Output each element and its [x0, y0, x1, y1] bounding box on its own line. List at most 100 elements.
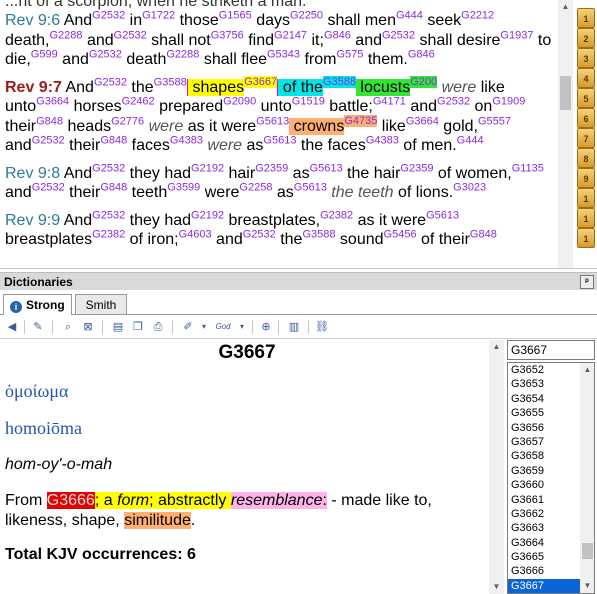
verse-word[interactable]: faces: [127, 137, 170, 154]
bible-scrollbar[interactable]: ▲: [558, 0, 573, 268]
verse-word[interactable]: days: [252, 12, 290, 29]
strongs-number[interactable]: G4735: [344, 115, 378, 128]
strongs-number[interactable]: G2532: [382, 29, 415, 41]
book-tab[interactable]: 2: [577, 28, 595, 48]
strongs-number[interactable]: G2532: [437, 96, 470, 108]
verse-word[interactable]: were: [144, 118, 184, 135]
verse-word[interactable]: in: [125, 12, 142, 29]
document-icon[interactable]: ▤: [110, 319, 126, 335]
scroll-down-icon[interactable]: ▼: [580, 579, 594, 593]
verse-word[interactable]: of the: [278, 78, 323, 96]
strongs-number[interactable]: G1565: [219, 10, 252, 22]
verse-word[interactable]: And: [60, 165, 92, 182]
strongs-number[interactable]: G5613: [426, 209, 459, 221]
list-item[interactable]: G3663: [508, 521, 580, 535]
list-item[interactable]: G3660: [508, 478, 580, 492]
list-item[interactable]: G3661: [508, 493, 580, 507]
strongs-number[interactable]: G1519: [292, 96, 325, 108]
verse-word[interactable]: like: [377, 118, 406, 135]
strongs-number[interactable]: G3664: [406, 115, 439, 127]
verse-word[interactable]: battle;: [325, 98, 373, 115]
list-item[interactable]: G3654: [508, 392, 580, 406]
strongs-number[interactable]: G1937: [500, 29, 533, 41]
verse-word[interactable]: of their: [417, 231, 470, 248]
verse-word[interactable]: of men.: [399, 137, 456, 154]
strongs-number[interactable]: G2532: [243, 229, 276, 241]
highlight-dropdown-icon[interactable]: ▾: [196, 319, 212, 335]
strongs-number[interactable]: G4171: [373, 96, 406, 108]
strongs-number[interactable]: G2147: [274, 29, 307, 41]
scroll-thumb[interactable]: [582, 543, 593, 559]
verse-word[interactable]: the faces: [296, 137, 366, 154]
strongs-number[interactable]: G848: [100, 182, 127, 194]
strongs-number[interactable]: G3756: [211, 29, 244, 41]
scroll-up-icon[interactable]: ▲: [580, 363, 594, 377]
book-tab[interactable]: 7: [577, 128, 595, 148]
strongs-number[interactable]: G2090: [223, 96, 256, 108]
strongs-number[interactable]: G200: [410, 76, 438, 89]
verse-word[interactable]: and: [83, 32, 114, 49]
list-item[interactable]: G3657: [508, 435, 580, 449]
strongs-number[interactable]: G5456: [384, 229, 417, 241]
verse-word[interactable]: the: [127, 79, 153, 96]
book-tab[interactable]: 1: [577, 228, 595, 248]
book-icon[interactable]: ▥: [286, 319, 302, 335]
entry-scrollbar[interactable]: ▲ ▼: [489, 340, 504, 594]
strongs-number[interactable]: G2462: [122, 96, 155, 108]
verse-word[interactable]: as it were: [183, 118, 256, 135]
verse-word[interactable]: death,: [5, 32, 49, 49]
strongs-number[interactable]: G5613: [256, 115, 289, 127]
verse-word[interactable]: hair: [224, 165, 256, 182]
strongs-number[interactable]: G2532: [92, 162, 125, 174]
strongs-number[interactable]: G2250: [290, 10, 323, 22]
verse-word[interactable]: and: [351, 32, 382, 49]
find-next-icon[interactable]: ⊠: [80, 319, 96, 335]
strongs-number[interactable]: G5557: [478, 115, 511, 127]
strongs-number[interactable]: G2776: [111, 115, 144, 127]
book-tab[interactable]: 1: [577, 208, 595, 228]
tab-strong[interactable]: i Strong: [3, 294, 72, 315]
strongs-number[interactable]: G2532: [92, 209, 125, 221]
verse-word[interactable]: horses: [69, 98, 122, 115]
list-item[interactable]: G3667: [508, 578, 580, 593]
strongs-number[interactable]: G2212: [461, 10, 494, 22]
verse-word[interactable]: as: [272, 184, 294, 201]
strongs-number[interactable]: G2192: [191, 162, 224, 174]
list-item[interactable]: G3659: [508, 464, 580, 478]
strongs-number[interactable]: G2359: [400, 162, 433, 174]
verse-word[interactable]: and: [5, 137, 32, 154]
strongs-number[interactable]: G2532: [114, 29, 147, 41]
verse-reference[interactable]: Rev 9:9: [5, 212, 60, 229]
strongs-number[interactable]: G2258: [239, 182, 272, 194]
verse-reference[interactable]: Rev 9:8: [5, 165, 60, 182]
verse-word[interactable]: they had: [125, 212, 191, 229]
verse-word[interactable]: shall flee: [199, 51, 267, 68]
book-tab[interactable]: 1: [577, 188, 595, 208]
zoom-icon[interactable]: ⊕: [258, 319, 274, 335]
book-tab[interactable]: 3: [577, 48, 595, 68]
verse-word[interactable]: the hair: [343, 165, 400, 182]
strongs-number[interactable]: G444: [457, 135, 484, 147]
list-item[interactable]: G3664: [508, 536, 580, 550]
list-item[interactable]: G3662: [508, 507, 580, 521]
verse-word[interactable]: of: [394, 184, 411, 201]
verse-word[interactable]: seek: [423, 12, 461, 29]
strongs-number[interactable]: G575: [336, 49, 363, 61]
list-scrollbar[interactable]: ▲ ▼: [580, 363, 594, 593]
list-item[interactable]: G3653: [508, 377, 580, 391]
verse-word[interactable]: like: [476, 79, 505, 96]
highlight-icon[interactable]: ✐: [180, 319, 196, 335]
verse-word[interactable]: and: [406, 98, 437, 115]
strongs-number[interactable]: G2288: [49, 29, 82, 41]
list-item[interactable]: G3658: [508, 449, 580, 463]
book-tab[interactable]: 1: [577, 8, 595, 28]
strongs-number[interactable]: G2532: [89, 49, 122, 61]
verse-reference[interactable]: Rev 9:6: [5, 12, 60, 29]
scroll-down-icon[interactable]: ▼: [489, 580, 504, 594]
verse-word[interactable]: as: [288, 165, 310, 182]
strongs-number[interactable]: G848: [36, 115, 63, 127]
god-icon[interactable]: God: [212, 319, 234, 335]
verse-word[interactable]: shall men: [323, 12, 395, 29]
edit-icon[interactable]: ✎: [30, 319, 46, 335]
strongs-number[interactable]: G848: [100, 135, 127, 147]
